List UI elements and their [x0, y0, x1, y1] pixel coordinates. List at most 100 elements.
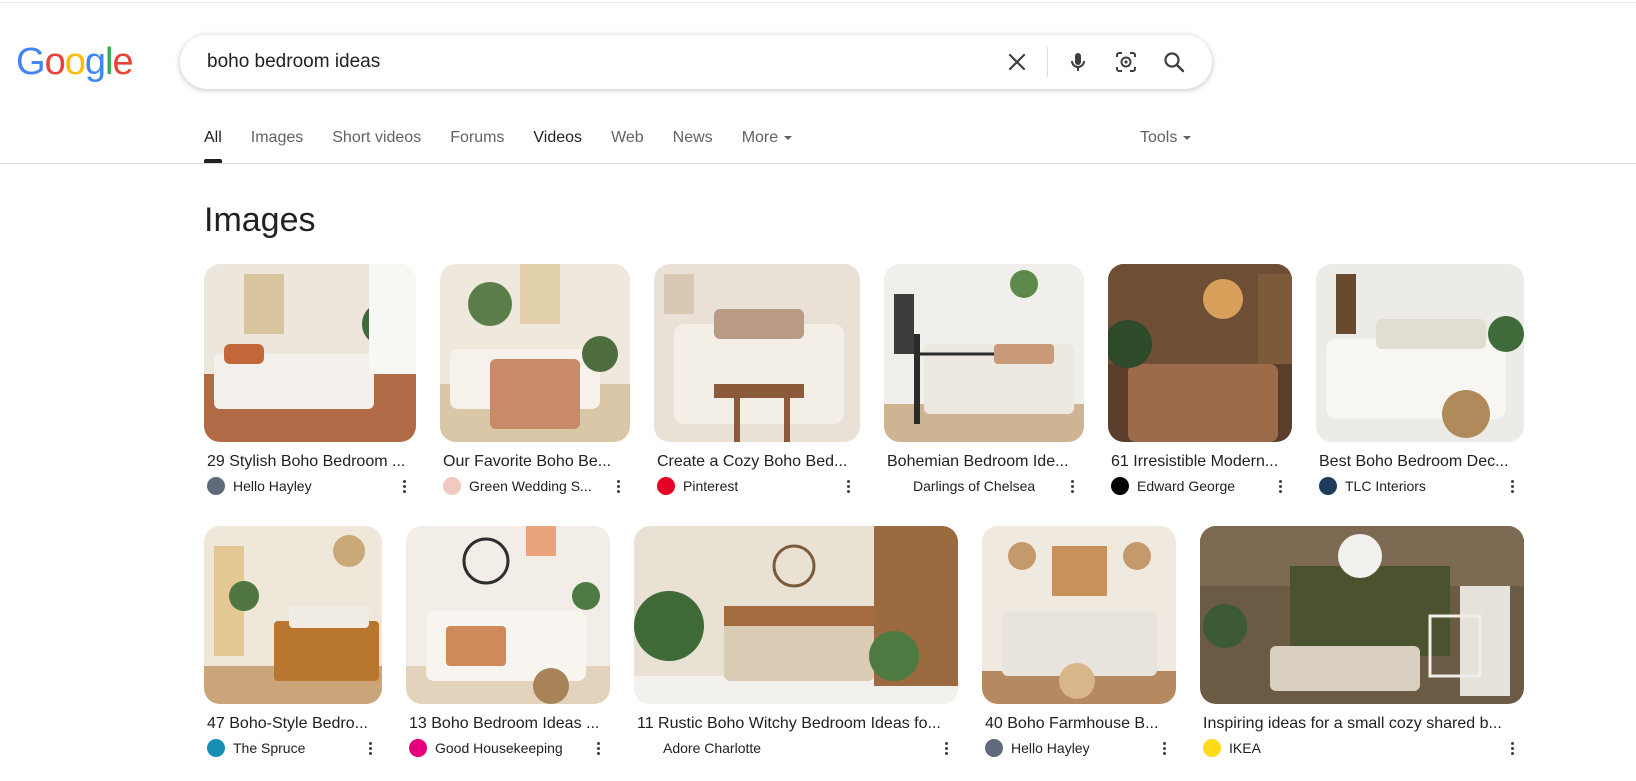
logo-letter: l	[104, 41, 114, 83]
more-options-icon[interactable]	[1504, 478, 1520, 494]
source-favicon-icon	[985, 739, 1003, 757]
image-source[interactable]: Hello Hayley	[204, 475, 416, 497]
image-result[interactable]: 11 Rustic Boho Witchy Bedroom Ideas fo..…	[634, 526, 958, 759]
more-options-icon[interactable]	[1156, 740, 1172, 756]
image-title[interactable]: 61 Irresistible Modern...	[1108, 451, 1292, 473]
source-name: Edward George	[1137, 478, 1236, 494]
tab-images[interactable]: Images	[251, 118, 303, 163]
search-box[interactable]	[180, 35, 1212, 89]
search-input[interactable]	[205, 41, 989, 83]
tools-button[interactable]: Tools	[1140, 118, 1192, 158]
image-source[interactable]: IKEA	[1200, 737, 1524, 759]
image-result[interactable]: 40 Boho Farmhouse B... Hello Hayley	[982, 526, 1176, 759]
more-options-icon[interactable]	[938, 740, 954, 756]
tab-label: Images	[250, 129, 304, 146]
image-result[interactable]: 47 Boho-Style Bedro... The Spruce	[204, 526, 382, 759]
logo-letter: G	[16, 41, 46, 83]
tab-label: Short videos	[332, 129, 422, 146]
camera-lens-icon[interactable]	[1110, 46, 1142, 78]
mic-icon[interactable]	[1062, 46, 1094, 78]
tab-short-videos[interactable]: Short videos	[332, 118, 421, 163]
more-options-icon[interactable]	[610, 478, 626, 494]
image-thumbnail[interactable]	[204, 264, 416, 442]
tab-label: Videos	[533, 129, 583, 146]
tab-label: Forums	[450, 129, 505, 146]
tab-label: News	[672, 129, 713, 146]
more-options-icon[interactable]	[590, 740, 606, 756]
image-source[interactable]: The Spruce	[204, 737, 382, 759]
more-options-icon[interactable]	[840, 478, 856, 494]
image-title[interactable]: 40 Boho Farmhouse B...	[982, 713, 1176, 735]
source-name: Hello Hayley	[1011, 740, 1090, 756]
source-favicon-icon	[443, 477, 461, 495]
tab-news[interactable]: News	[673, 118, 713, 163]
image-thumbnail[interactable]	[884, 264, 1084, 442]
image-result[interactable]: Bohemian Bedroom Ide... Darlings of Chel…	[884, 264, 1084, 497]
image-thumbnail[interactable]	[406, 526, 610, 704]
image-result[interactable]: Create a Cozy Boho Bed... Pinterest	[654, 264, 860, 497]
tab-videos[interactable]: Videos	[533, 118, 582, 163]
google-logo[interactable]: Google	[16, 40, 134, 84]
tab-all[interactable]: All	[204, 118, 222, 163]
image-source[interactable]: Edward George	[1108, 475, 1292, 497]
tab-label: Web	[611, 129, 644, 146]
image-source[interactable]: Green Wedding S...	[440, 475, 630, 497]
source-name: The Spruce	[233, 740, 306, 756]
source-name: Darlings of Chelsea	[913, 478, 1036, 494]
image-thumbnail[interactable]	[654, 264, 860, 442]
source-name: Adore Charlotte	[663, 740, 762, 756]
search-box-separator	[1047, 47, 1048, 77]
image-title[interactable]: Best Boho Bedroom Dec...	[1316, 451, 1524, 473]
source-favicon-icon	[887, 477, 905, 495]
tab-more[interactable]: More	[742, 118, 793, 163]
search-icon[interactable]	[1158, 46, 1190, 78]
image-source[interactable]: Darlings of Chelsea	[884, 475, 1084, 497]
image-result[interactable]: Our Favorite Boho Be... Green Wedding S.…	[440, 264, 630, 497]
more-options-icon[interactable]	[396, 478, 412, 494]
more-options-icon[interactable]	[1272, 478, 1288, 494]
more-options-icon[interactable]	[362, 740, 378, 756]
image-title[interactable]: Bohemian Bedroom Ide...	[884, 451, 1084, 473]
image-thumbnail[interactable]	[982, 526, 1176, 704]
image-thumbnail[interactable]	[1316, 264, 1524, 442]
image-title[interactable]: 11 Rustic Boho Witchy Bedroom Ideas fo..…	[634, 713, 958, 735]
image-thumbnail[interactable]	[440, 264, 630, 442]
image-thumbnail[interactable]	[1200, 526, 1524, 704]
images-section-title: Images	[204, 201, 316, 239]
more-options-icon[interactable]	[1504, 740, 1520, 756]
source-name: IKEA	[1229, 740, 1261, 756]
image-title[interactable]: 13 Boho Bedroom Ideas ...	[406, 713, 610, 735]
image-thumbnail[interactable]	[1108, 264, 1292, 442]
image-source[interactable]: TLC Interiors	[1316, 475, 1524, 497]
image-title[interactable]: Our Favorite Boho Be...	[440, 451, 630, 473]
image-title[interactable]: Create a Cozy Boho Bed...	[654, 451, 860, 473]
search-tabs: All Images Short videos Forums Videos We…	[204, 118, 821, 163]
image-source[interactable]: Pinterest	[654, 475, 860, 497]
image-result[interactable]: 29 Stylish Boho Bedroom ... Hello Hayley	[204, 264, 416, 497]
source-name: Good Housekeeping	[435, 740, 563, 756]
tab-forums[interactable]: Forums	[450, 118, 504, 163]
image-source[interactable]: Hello Hayley	[982, 737, 1176, 759]
image-source[interactable]: Good Housekeeping	[406, 737, 610, 759]
image-thumbnail[interactable]	[204, 526, 382, 704]
source-favicon-icon	[1319, 477, 1337, 495]
image-title[interactable]: 29 Stylish Boho Bedroom ...	[204, 451, 416, 473]
source-favicon-icon	[207, 739, 225, 757]
image-title[interactable]: Inspiring ideas for a small cozy shared …	[1200, 713, 1524, 735]
source-favicon-icon	[1111, 477, 1129, 495]
logo-letter: o	[64, 41, 86, 83]
image-result[interactable]: 61 Irresistible Modern... Edward George	[1108, 264, 1292, 497]
tab-label: All	[204, 129, 222, 146]
close-icon[interactable]	[1001, 46, 1033, 78]
image-result[interactable]: 13 Boho Bedroom Ideas ... Good Housekeep…	[406, 526, 610, 759]
image-result[interactable]: Best Boho Bedroom Dec... TLC Interiors	[1316, 264, 1524, 497]
source-favicon-icon	[409, 739, 427, 757]
image-result[interactable]: Inspiring ideas for a small cozy shared …	[1200, 526, 1524, 759]
source-favicon-icon	[657, 477, 675, 495]
image-title[interactable]: 47 Boho-Style Bedro...	[204, 713, 382, 735]
caret-down-icon	[1183, 135, 1192, 140]
image-source[interactable]: Adore Charlotte	[634, 737, 958, 759]
more-options-icon[interactable]	[1064, 478, 1080, 494]
image-thumbnail[interactable]	[634, 526, 958, 704]
tab-web[interactable]: Web	[611, 118, 644, 163]
